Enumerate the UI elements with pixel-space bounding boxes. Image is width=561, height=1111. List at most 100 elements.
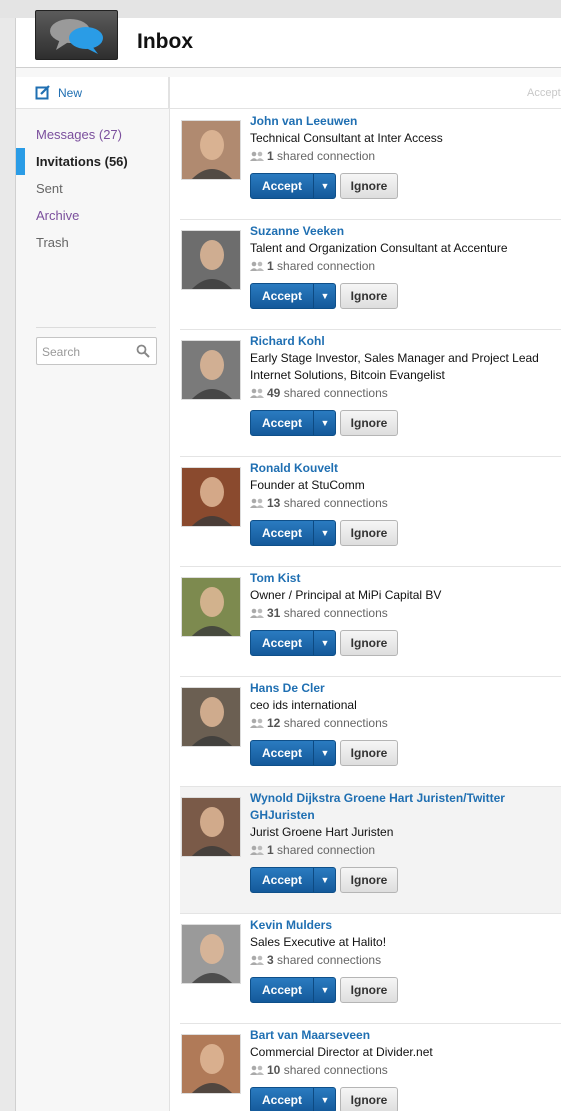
accept-button[interactable]: Accept ▼ (250, 1087, 336, 1111)
ignore-button[interactable]: Ignore (340, 283, 398, 309)
chevron-down-icon[interactable]: ▼ (314, 741, 336, 765)
sender-name[interactable]: Wynold Dijkstra Groene Hart Juristen/Twi… (250, 790, 550, 824)
invitation-item: Kevin Mulders Sales Executive at Halito!… (180, 914, 561, 1024)
shared-label: shared connections (283, 716, 388, 730)
sender-name[interactable]: Richard Kohl (250, 333, 561, 350)
connections-icon (250, 718, 264, 728)
accept-button[interactable]: Accept ▼ (250, 283, 336, 309)
sender-headline: Sales Executive at Halito! (250, 935, 387, 949)
accept-label: Accept (261, 1093, 302, 1107)
sender-headline: Technical Consultant at Inter Access (250, 131, 443, 145)
accept-button[interactable]: Accept ▼ (250, 630, 336, 656)
invitation-item: Hans De Cler ceo ids international 12 sh… (180, 677, 561, 787)
chevron-down-icon[interactable]: ▼ (314, 978, 336, 1002)
ignore-button[interactable]: Ignore (340, 1087, 398, 1111)
search-input[interactable] (42, 343, 134, 360)
shared-label: shared connections (283, 386, 388, 400)
nav-archive[interactable]: Archive (16, 202, 169, 229)
accept-label: Accept (261, 746, 302, 760)
shared-label: shared connection (277, 259, 376, 273)
nav-messages[interactable]: Messages (27) (16, 121, 169, 148)
avatar[interactable] (181, 577, 241, 637)
ignore-button[interactable]: Ignore (340, 410, 398, 436)
invitation-item: Richard Kohl Early Stage Investor, Sales… (180, 330, 561, 457)
sender-name[interactable]: Hans De Cler (250, 680, 561, 697)
shared-label: shared connections (283, 1063, 388, 1077)
avatar[interactable] (181, 120, 241, 180)
shared-connections: 12 shared connections (250, 715, 561, 732)
sender-name[interactable]: Tom Kist (250, 570, 561, 587)
connections-icon (250, 1065, 264, 1075)
invitation-item: Ronald Kouvelt Founder at StuComm 13 sha… (180, 457, 561, 567)
connections-icon (250, 151, 264, 161)
accept-button[interactable]: Accept ▼ (250, 977, 336, 1003)
shared-connections: 13 shared connections (250, 495, 561, 512)
sidebar-divider (36, 327, 156, 328)
chevron-down-icon[interactable]: ▼ (314, 174, 336, 198)
sender-name[interactable]: Bart van Maarseveen (250, 1027, 561, 1044)
nav-trash[interactable]: Trash (16, 229, 169, 256)
chevron-down-icon[interactable]: ▼ (314, 868, 336, 892)
accept-button[interactable]: Accept ▼ (250, 867, 336, 893)
chevron-down-icon[interactable]: ▼ (314, 411, 336, 435)
ignore-button[interactable]: Ignore (340, 740, 398, 766)
accept-button[interactable]: Accept ▼ (250, 410, 336, 436)
avatar[interactable] (181, 1034, 241, 1094)
shared-count: 1 (267, 843, 274, 857)
sender-name[interactable]: John van Leeuwen (250, 113, 561, 130)
shared-count: 1 (267, 149, 274, 163)
sender-headline: Owner / Principal at MiPi Capital BV (250, 588, 442, 602)
chevron-down-icon[interactable]: ▼ (314, 521, 336, 545)
accept-label: Accept (261, 416, 302, 430)
chevron-down-icon[interactable]: ▼ (314, 1088, 336, 1111)
nav-invitations[interactable]: Invitations (56) (16, 148, 169, 175)
accept-button[interactable]: Accept ▼ (250, 740, 336, 766)
avatar[interactable] (181, 797, 241, 857)
shared-count: 13 (267, 496, 281, 510)
accept-button[interactable]: Accept ▼ (250, 173, 336, 199)
ignore-button[interactable]: Ignore (340, 977, 398, 1003)
nav-sent[interactable]: Sent (16, 175, 169, 202)
ignore-button[interactable]: Ignore (340, 867, 398, 893)
folder-nav: Messages (27) Invitations (56) Sent Arch… (16, 121, 169, 256)
shared-label: shared connections (277, 953, 382, 967)
ignore-button[interactable]: Ignore (340, 630, 398, 656)
sender-name[interactable]: Ronald Kouvelt (250, 460, 561, 477)
ignore-button[interactable]: Ignore (340, 520, 398, 546)
shared-connections: 10 shared connections (250, 1062, 561, 1079)
search-box (36, 337, 157, 365)
shared-count: 31 (267, 606, 281, 620)
avatar[interactable] (181, 687, 241, 747)
avatar[interactable] (181, 924, 241, 984)
sender-name[interactable]: Kevin Mulders (250, 917, 561, 934)
accept-label: Accept (261, 526, 302, 540)
chevron-down-icon[interactable]: ▼ (314, 631, 336, 655)
shared-label: shared connection (277, 149, 376, 163)
page-title: Inbox (137, 30, 193, 53)
inbox-page: Inbox New Messages (27) Invitations (56)… (15, 10, 561, 1111)
avatar[interactable] (181, 340, 241, 400)
shared-count: 10 (267, 1063, 281, 1077)
new-message-button[interactable]: New (16, 77, 169, 109)
ignore-button[interactable]: Ignore (340, 173, 398, 199)
accept-label: Accept (261, 179, 302, 193)
sender-name[interactable]: Suzanne Veeken (250, 223, 561, 240)
accept-button[interactable]: Accept ▼ (250, 520, 336, 546)
avatar[interactable] (181, 467, 241, 527)
shared-label: shared connections (283, 496, 388, 510)
shared-connections: 31 shared connections (250, 605, 561, 622)
connections-icon (250, 608, 264, 618)
invitation-item: John van Leeuwen Technical Consultant at… (180, 110, 561, 220)
invitation-item: Bart van Maarseveen Commercial Director … (180, 1024, 561, 1111)
connections-icon (250, 498, 264, 508)
chevron-down-icon[interactable]: ▼ (314, 284, 336, 308)
shared-label: shared connection (277, 843, 376, 857)
shared-connections: 1 shared connection (250, 258, 561, 275)
shared-label: shared connections (283, 606, 388, 620)
page-header: Inbox (16, 10, 561, 68)
bulk-accept-button[interactable]: Accept (527, 87, 561, 99)
new-message-label: New (58, 86, 83, 100)
avatar[interactable] (181, 230, 241, 290)
search-icon[interactable] (136, 344, 150, 358)
invitation-item: Tom Kist Owner / Principal at MiPi Capit… (180, 567, 561, 677)
